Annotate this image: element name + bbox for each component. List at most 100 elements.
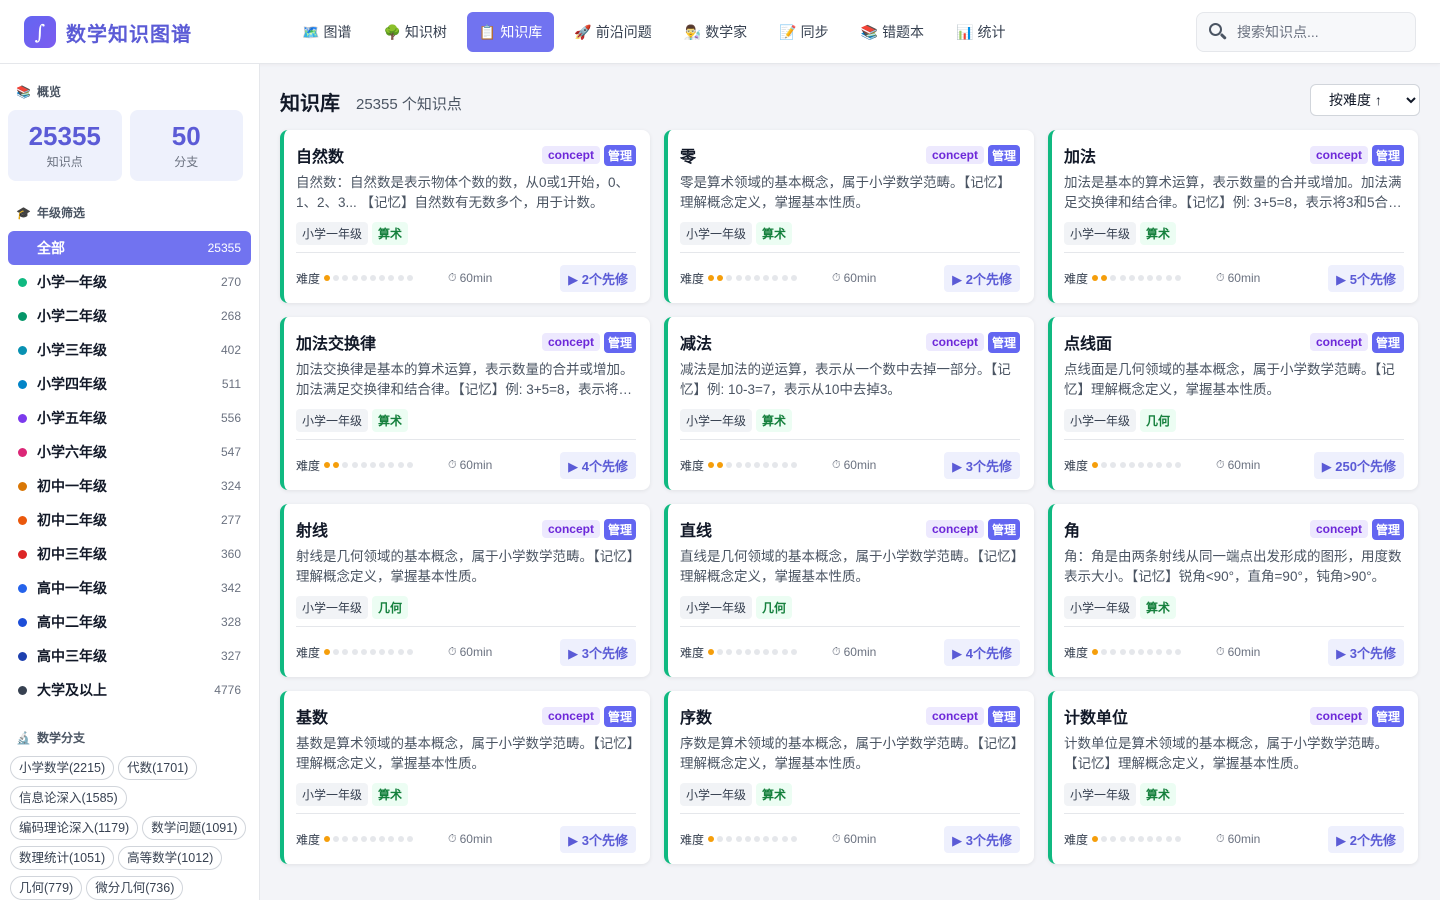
prerequisites-button[interactable]: ▶ 5个先修: [1328, 264, 1404, 292]
branch-chip: 算术: [756, 783, 793, 806]
knowledge-card[interactable]: 减法 concept 管理 减法是加法的逆运算，表示从一个数中去掉一部分。【记忆】例:…: [664, 317, 1034, 490]
branch-tag[interactable]: 数学问题(1091): [142, 816, 247, 840]
manage-button[interactable]: 管理: [603, 144, 636, 166]
prerequisites-button[interactable]: ▶ 250个先修: [1313, 451, 1404, 479]
difficulty-dot: [351, 836, 358, 842]
branch-tag[interactable]: 编码理论深入(1179): [10, 816, 139, 840]
prerequisites-button[interactable]: ▶ 3个先修: [1328, 638, 1404, 666]
stat-value: 50: [171, 121, 201, 151]
grade-filter-item[interactable]: 高中三年级 327: [8, 639, 251, 673]
card-title: 角: [1064, 523, 1081, 540]
branch-tag[interactable]: 代数(1701): [118, 756, 198, 780]
branch-chip: 算术: [1140, 222, 1177, 245]
nav-tab-2[interactable]: 📋 知识库: [466, 12, 555, 52]
stat-card: 25355 知识点: [8, 110, 122, 181]
nav-tab-4[interactable]: 👨‍🔬 数学家: [672, 12, 759, 52]
prerequisites-button[interactable]: ▶ 2个先修: [1328, 825, 1404, 853]
clock-icon: ⏱: [1216, 832, 1225, 845]
manage-button[interactable]: 管理: [1371, 705, 1404, 727]
prerequisites-button[interactable]: ▶ 2个先修: [560, 264, 636, 292]
branch-tag[interactable]: 小学数学(2215): [10, 756, 115, 780]
knowledge-card[interactable]: 角 concept 管理 角：角是由两条射线从同一端点出发形成的图形，用度数表示大小。…: [1048, 504, 1418, 677]
grade-filter-item[interactable]: 小学三年级 402: [8, 333, 251, 367]
card-description: 自然数：自然数是表示物体个数的数，从0或1开始，0、1、2、3... 【记忆】自…: [296, 175, 630, 210]
grade-filter-item[interactable]: 高中一年级 342: [8, 571, 251, 605]
difficulty-label: 难度: [680, 832, 705, 847]
nav-tab-5[interactable]: 📝 同步: [767, 12, 840, 52]
difficulty-dot: [1110, 275, 1117, 281]
grade-count: 342: [220, 581, 241, 595]
difficulty-dot: [369, 836, 376, 842]
nav-tab-1[interactable]: 🌳 知识树: [371, 12, 458, 52]
branch-tag[interactable]: 几何(779): [10, 876, 83, 900]
card-header: 加法 concept 管理: [1064, 144, 1404, 166]
prerequisites-button[interactable]: ▶ 3个先修: [560, 825, 636, 853]
knowledge-card[interactable]: 零 concept 管理 零是算术领域的基本概念，属于小学数学范畴。【记忆】理解概念定…: [664, 130, 1034, 303]
prerequisites-button[interactable]: ▶ 3个先修: [944, 451, 1020, 479]
prerequisites-button[interactable]: ▶ 3个先修: [560, 638, 636, 666]
search-box[interactable]: [1196, 12, 1416, 52]
branch-tag[interactable]: 信息论深入(1585): [10, 786, 127, 810]
grade-filter-item[interactable]: 全部 25355: [8, 231, 251, 265]
knowledge-card[interactable]: 射线 concept 管理 射线是几何领域的基本概念，属于小学数学范畴。【记忆】理解概…: [280, 504, 650, 677]
prerequisites-button[interactable]: ▶ 4个先修: [560, 451, 636, 479]
knowledge-card[interactable]: 基数 concept 管理 基数是算术领域的基本概念，属于小学数学范畴。【记忆】理解概…: [280, 691, 650, 864]
manage-button[interactable]: 管理: [987, 518, 1020, 540]
grade-filter-item[interactable]: 初中二年级 277: [8, 503, 251, 537]
knowledge-card[interactable]: 序数 concept 管理 序数是算术领域的基本概念，属于小学数学范畴。【记忆】理解概…: [664, 691, 1034, 864]
clock-icon: ⏱: [832, 458, 841, 471]
knowledge-card[interactable]: 点线面 concept 管理 点线面是几何领域的基本概念，属于小学数学范畴。【记忆】理…: [1048, 317, 1418, 490]
grade-filter-item[interactable]: 小学五年级 556: [8, 401, 251, 435]
prerequisites-button[interactable]: ▶ 2个先修: [944, 264, 1020, 292]
grade-name: 小学三年级: [37, 342, 107, 358]
difficulty-dot: [388, 836, 395, 842]
difficulty-dot: [772, 649, 779, 655]
prerequisites-button[interactable]: ▶ 3个先修: [944, 825, 1020, 853]
manage-button[interactable]: 管理: [603, 518, 636, 540]
study-time-value: 60min: [843, 458, 877, 472]
grade-filter-item[interactable]: 小学四年级 511: [8, 367, 251, 401]
knowledge-card[interactable]: 加法交换律 concept 管理 加法交换律是基本的算术运算，表示数量的合并或增加。加…: [280, 317, 650, 490]
knowledge-card[interactable]: 加法 concept 管理 加法是基本的算术运算，表示数量的合并或增加。加法满足交换律…: [1048, 130, 1418, 303]
card-description: 角：角是由两条射线从同一端点出发形成的图形，用度数表示大小。【记忆】锐角<90°…: [1064, 549, 1402, 584]
study-time: ⏱ 60min: [832, 271, 944, 285]
difficulty-dot: [388, 462, 395, 468]
grade-filter-item[interactable]: 小学六年级 547: [8, 435, 251, 469]
manage-button[interactable]: 管理: [987, 144, 1020, 166]
sidebar: 📚 概览 25355 知识点 50 分支 🎓 年级筛选 全部 25355 小学一年级 270…: [0, 64, 260, 900]
nav-tab-0[interactable]: 🗺️ 图谱: [290, 12, 363, 52]
sort-select[interactable]: 按难度 ↑: [1310, 84, 1420, 116]
difficulty-dot: [388, 649, 395, 655]
search-input[interactable]: [1237, 24, 1407, 40]
clock-icon: ⏱: [448, 271, 457, 284]
knowledge-card[interactable]: 计数单位 concept 管理 计数单位是算术领域的基本概念，属于小学数学范畴。【记忆…: [1048, 691, 1418, 864]
knowledge-card[interactable]: 直线 concept 管理 直线是几何领域的基本概念，属于小学数学范畴。【记忆】理解概…: [664, 504, 1034, 677]
grade-filter-item[interactable]: 小学一年级 270: [8, 265, 251, 299]
nav-tab-3[interactable]: 🚀 前沿问题: [562, 12, 663, 52]
knowledge-count: 25355 个知识点: [356, 96, 462, 113]
card-title: 加法: [1064, 149, 1097, 166]
grade-filter-item[interactable]: 小学二年级 268: [8, 299, 251, 333]
brand[interactable]: ∫ 数学知识图谱: [24, 16, 192, 48]
grade-name: 小学六年级: [37, 444, 107, 460]
manage-button[interactable]: 管理: [603, 331, 636, 353]
grade-filter-item[interactable]: 初中一年级 324: [8, 469, 251, 503]
nav-tab-6[interactable]: 📚 错题本: [849, 12, 936, 52]
study-time-value: 60min: [459, 458, 493, 472]
knowledge-card[interactable]: 自然数 concept 管理 自然数：自然数是表示物体个数的数，从0或1开始，0、1、…: [280, 130, 650, 303]
prerequisites-button[interactable]: ▶ 4个先修: [944, 638, 1020, 666]
manage-button[interactable]: 管理: [987, 705, 1020, 727]
manage-button[interactable]: 管理: [1371, 518, 1404, 540]
manage-button[interactable]: 管理: [987, 331, 1020, 353]
manage-button[interactable]: 管理: [1371, 144, 1404, 166]
nav-tab-7[interactable]: 📊 统计: [944, 12, 1017, 52]
branch-tag[interactable]: 高等数学(1012): [118, 846, 223, 870]
grade-filter-item[interactable]: 初中三年级 360: [8, 537, 251, 571]
branch-tag[interactable]: 微分几何(736): [86, 876, 184, 900]
grade-filter-item[interactable]: 高中二年级 328: [8, 605, 251, 639]
branch-tag[interactable]: 数理统计(1051): [10, 846, 115, 870]
study-time: ⏱ 60min: [448, 271, 560, 285]
grade-filter-item[interactable]: 大学及以上 4776: [8, 673, 251, 707]
manage-button[interactable]: 管理: [603, 705, 636, 727]
manage-button[interactable]: 管理: [1371, 331, 1404, 353]
